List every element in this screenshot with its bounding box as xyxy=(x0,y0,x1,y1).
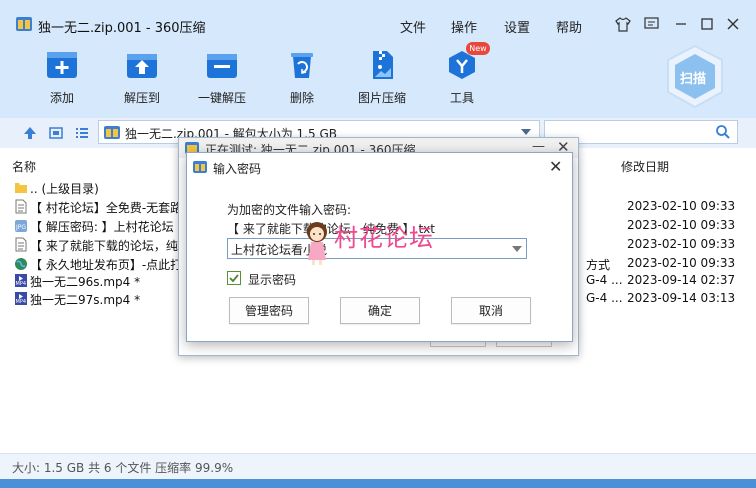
item-date: 2023-02-10 09:33 xyxy=(627,256,736,270)
menu-file[interactable]: 文件 xyxy=(400,17,426,36)
status-bar: 大小: 1.5 GB 共 6 个文件 压缩率 99.9% xyxy=(0,453,756,479)
app-logo-icon xyxy=(193,161,207,173)
zip-file-icon xyxy=(104,126,120,139)
item-name: .. (上级目录) xyxy=(30,182,99,196)
tools-label: 工具 xyxy=(449,91,474,105)
delete-button[interactable]: 删除 xyxy=(270,50,334,106)
mp4-file-icon: MP4 xyxy=(15,292,27,305)
path-dropdown-icon[interactable] xyxy=(521,129,531,135)
jpg-file-icon: JPG xyxy=(15,220,27,232)
window-title: 独一无二.zip.001 - 360压缩 xyxy=(38,21,206,36)
maximize-icon xyxy=(701,18,713,30)
item-name: 独一无二96s.mp4 * xyxy=(30,275,141,289)
menu-settings[interactable]: 设置 xyxy=(504,17,530,36)
close-icon[interactable]: ✕ xyxy=(549,157,562,176)
one-click-extract-button[interactable]: 一键解压 xyxy=(190,50,254,106)
show-password-checkbox[interactable] xyxy=(227,271,241,285)
scan-button[interactable]: 扫描 xyxy=(664,44,726,110)
extract-to-button[interactable]: 解压到 xyxy=(110,50,174,106)
skin-button[interactable] xyxy=(612,13,634,35)
item-extra: G-4 ... xyxy=(586,291,623,305)
item-extra: G-4 ... xyxy=(586,273,623,287)
password-dialog-title: 输入密码 xyxy=(213,162,262,176)
watermark-text: 村花论坛 xyxy=(334,224,434,252)
menu-help[interactable]: 帮助 xyxy=(556,17,582,36)
delete-icon xyxy=(291,53,313,78)
image-compress-button[interactable]: 图片压缩 xyxy=(350,50,414,106)
title-bar: 独一无二.zip.001 - 360压缩 文件 操作 设置 帮助 xyxy=(0,0,756,48)
one-click-extract-label: 一键解压 xyxy=(197,91,246,105)
svg-text:MP4: MP4 xyxy=(16,299,27,305)
item-name: 【 村花论坛】全免费-无套路 xyxy=(30,201,183,215)
minimize-button[interactable] xyxy=(670,13,692,35)
close-window-button[interactable] xyxy=(722,13,744,35)
add-label: 添加 xyxy=(49,91,74,105)
password-dialog-header: 输入密码 ✕ xyxy=(187,153,572,181)
svg-text:JPG: JPG xyxy=(15,224,26,231)
column-header-modified[interactable]: 修改日期 xyxy=(621,158,669,175)
watermark-girl-icon xyxy=(307,222,327,265)
search-icon[interactable] xyxy=(715,124,731,140)
show-password-label: 显示密码 xyxy=(248,273,297,287)
message-icon xyxy=(643,17,659,29)
checkmark-icon xyxy=(229,274,239,283)
new-badge: New xyxy=(466,42,490,55)
text-file-icon xyxy=(15,237,27,252)
item-date: 2023-09-14 03:13 xyxy=(627,291,736,305)
maximize-button[interactable] xyxy=(696,13,718,35)
status-text: 大小: 1.5 GB 共 6 个文件 压缩率 99.9% xyxy=(12,461,234,475)
text-file-icon xyxy=(15,199,27,214)
taskbar-strip xyxy=(0,479,756,488)
image-compress-label: 图片压缩 xyxy=(357,91,406,105)
app-logo-icon xyxy=(16,17,32,31)
column-header-name[interactable]: 名称 xyxy=(12,158,36,175)
item-date: 2023-02-10 09:33 xyxy=(627,237,736,251)
item-name: 独一无二97s.mp4 * xyxy=(30,293,141,307)
globe-icon xyxy=(15,258,27,270)
item-date: 2023-02-10 09:33 xyxy=(627,199,736,213)
minimize-icon xyxy=(676,23,686,25)
folder-icon xyxy=(15,183,27,193)
password-prompt: 为加密的文件输入密码: xyxy=(227,203,352,217)
add-button[interactable]: 添加 xyxy=(30,50,94,106)
mp4-file-icon: MP4 xyxy=(15,274,27,287)
item-date: 2023-09-14 02:37 xyxy=(627,273,736,287)
svg-text:MP4: MP4 xyxy=(16,281,27,287)
extract-to-label: 解压到 xyxy=(123,91,160,105)
scan-label: 扫描 xyxy=(680,72,707,87)
close-icon xyxy=(727,18,739,30)
extract-to-icon xyxy=(127,54,157,78)
thumbnail-view-icon[interactable] xyxy=(48,125,64,141)
up-folder-icon[interactable] xyxy=(22,125,38,141)
delete-label: 删除 xyxy=(289,91,314,105)
list-view-icon[interactable] xyxy=(74,125,90,141)
menu-operate[interactable]: 操作 xyxy=(451,17,477,36)
image-compress-icon xyxy=(373,51,393,79)
item-name: 【 解压密码: 】上村花论坛 xyxy=(30,220,174,234)
tools-button[interactable]: 工具 xyxy=(430,50,494,106)
add-icon xyxy=(47,52,77,78)
manage-password-button[interactable]: 管理密码 xyxy=(229,297,309,324)
feedback-button[interactable] xyxy=(640,13,662,35)
item-date: 2023-02-10 09:33 xyxy=(627,218,736,232)
item-name: 【 来了就能下载的论坛，纯 xyxy=(30,239,178,253)
shirt-icon xyxy=(615,16,631,32)
one-click-extract-icon xyxy=(207,54,237,78)
cancel-button[interactable]: 取消 xyxy=(451,297,531,324)
chevron-down-icon[interactable] xyxy=(512,246,522,252)
ok-button[interactable]: 确定 xyxy=(340,297,420,324)
